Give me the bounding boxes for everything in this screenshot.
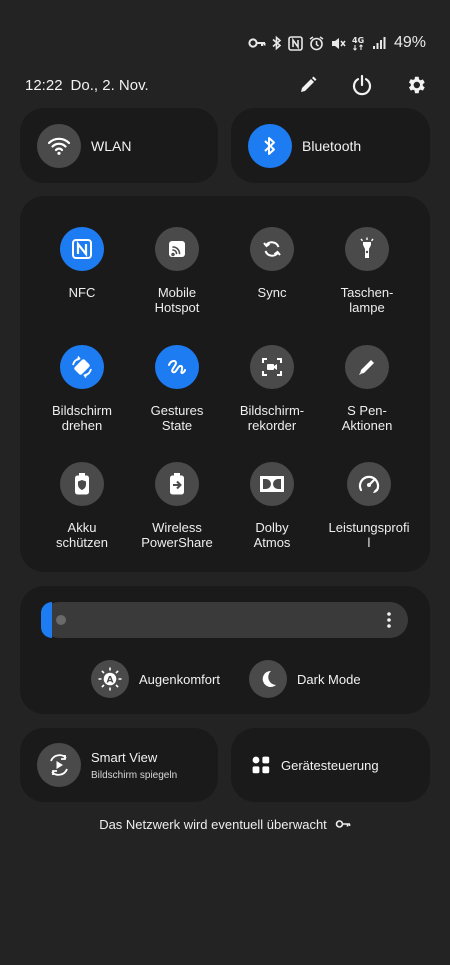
- tile-s-pen-actions[interactable]: S Pen- Aktionen: [317, 345, 417, 433]
- bluetooth-label: Bluetooth: [302, 137, 362, 154]
- tile-label: Bildschirm-: [239, 403, 305, 418]
- wifi-icon: [37, 123, 81, 168]
- tile-label: Dolby: [255, 520, 289, 535]
- eye-comfort-label: Augenkomfort: [139, 671, 220, 687]
- tile-label: Wireless: [152, 520, 202, 535]
- tile-label: NFC: [68, 285, 96, 300]
- more-options-icon[interactable]: [386, 611, 392, 634]
- brightness-card: A Augenkomfort Dark Mode: [20, 586, 430, 714]
- flashlight-icon: [345, 227, 389, 271]
- edit-pencil-icon[interactable]: [296, 73, 320, 97]
- tile-label: schützen: [55, 535, 109, 550]
- dark-mode-label: Dark Mode: [297, 671, 361, 687]
- performance-icon: [347, 462, 391, 506]
- device-control-tile[interactable]: Gerätesteuerung: [231, 728, 430, 802]
- battery-protect-icon: [60, 462, 104, 506]
- svg-text:4G: 4G: [352, 36, 364, 45]
- brightness-sun-icon: [56, 615, 66, 625]
- bluetooth-icon: [248, 123, 292, 168]
- clock: 12:22: [25, 76, 63, 94]
- tile-label: Taschen-: [340, 285, 394, 300]
- tile-label: Atmos: [253, 535, 291, 550]
- status-bar: 4G 49%: [248, 30, 426, 56]
- smart-view-subtitle: Bildschirm spiegeln: [91, 769, 178, 781]
- wlan-tile[interactable]: WLAN: [20, 108, 218, 183]
- tile-label: PowerShare: [141, 535, 213, 550]
- dolby-icon: [250, 462, 294, 506]
- bluetooth-tile[interactable]: Bluetooth: [231, 108, 430, 183]
- signal-icon: [372, 36, 386, 50]
- moon-icon: [249, 660, 287, 698]
- settings-gear-icon[interactable]: [404, 73, 428, 97]
- tile-dolby-atmos[interactable]: Dolby Atmos: [222, 462, 322, 550]
- network-note-text: Das Netzwerk wird eventuell überwacht: [99, 817, 327, 832]
- alarm-icon: [309, 35, 324, 51]
- tile-label: rekorder: [247, 418, 297, 433]
- bluetooth-icon: [272, 35, 282, 51]
- tile-label: l: [367, 535, 371, 550]
- smart-view-title: Smart View: [91, 749, 158, 765]
- eye-comfort-toggle[interactable]: A Augenkomfort: [91, 660, 220, 698]
- brightness-fill: [41, 602, 52, 638]
- smart-view-tile[interactable]: Smart View Bildschirm spiegeln: [20, 728, 218, 802]
- 4g-data-icon: 4G: [352, 35, 366, 51]
- device-control-icon: [252, 756, 270, 774]
- tile-label: Leistungsprofi: [328, 520, 410, 535]
- vpn-key-icon: [335, 817, 351, 832]
- tile-label: S Pen-: [347, 403, 387, 418]
- wlan-label: WLAN: [91, 137, 132, 154]
- tile-mobile-hotspot[interactable]: Mobile Hotspot: [127, 227, 227, 315]
- network-monitoring-note[interactable]: Das Netzwerk wird eventuell überwacht: [0, 817, 450, 832]
- svg-text:A: A: [107, 676, 114, 686]
- tile-wireless-powershare[interactable]: Wireless PowerShare: [127, 462, 227, 550]
- hotspot-icon: [155, 227, 199, 271]
- tile-label: Akku: [67, 520, 97, 535]
- device-control-label: Gerätesteuerung: [281, 757, 379, 773]
- tile-flashlight[interactable]: Taschen-lampe: [317, 227, 417, 315]
- quick-settings-grid: NFC Mobile Hotspot Sync Taschen-lampe Bil…: [20, 196, 430, 572]
- battery-percentage: 49%: [393, 34, 426, 51]
- eye-comfort-icon: A: [91, 660, 129, 698]
- tile-screen-recorder[interactable]: Bildschirm-rekorder: [222, 345, 322, 433]
- tile-battery-protect[interactable]: Akku schützen: [32, 462, 132, 550]
- tile-label: State: [161, 418, 193, 433]
- tile-sync[interactable]: Sync: [222, 227, 322, 300]
- date[interactable]: Do., 2. Nov.: [71, 77, 149, 94]
- tile-label: Sync: [257, 285, 287, 300]
- rotate-icon: [60, 345, 104, 389]
- gesture-icon: [155, 345, 199, 389]
- tile-label: Hotspot: [154, 300, 200, 315]
- power-icon[interactable]: [350, 73, 374, 97]
- screen-recorder-icon: [250, 345, 294, 389]
- nfc-icon: [288, 35, 303, 51]
- mute-icon: [330, 36, 346, 51]
- tile-label: Aktionen: [341, 418, 393, 433]
- nfc-icon: [60, 227, 104, 271]
- vpn-key-icon: [248, 37, 266, 49]
- brightness-slider[interactable]: [41, 602, 408, 638]
- tile-label: lampe: [349, 300, 385, 315]
- pen-icon: [345, 345, 389, 389]
- tile-label: Bildschirm: [52, 403, 112, 418]
- tile-gestures-state[interactable]: Gestures State: [127, 345, 227, 433]
- tile-auto-rotate[interactable]: Bildschirm drehen: [32, 345, 132, 433]
- tile-label: Gestures: [150, 403, 204, 418]
- tile-performance-profile[interactable]: Leistungsprofi l: [317, 462, 421, 550]
- smart-view-icon: [37, 743, 81, 787]
- sync-icon: [250, 227, 294, 271]
- dark-mode-toggle[interactable]: Dark Mode: [249, 660, 361, 698]
- panel-header: 12:22 Do., 2. Nov.: [25, 74, 428, 96]
- tile-nfc[interactable]: NFC: [32, 227, 132, 300]
- powershare-icon: [155, 462, 199, 506]
- tile-label: Mobile: [157, 285, 197, 300]
- tile-label: drehen: [61, 418, 103, 433]
